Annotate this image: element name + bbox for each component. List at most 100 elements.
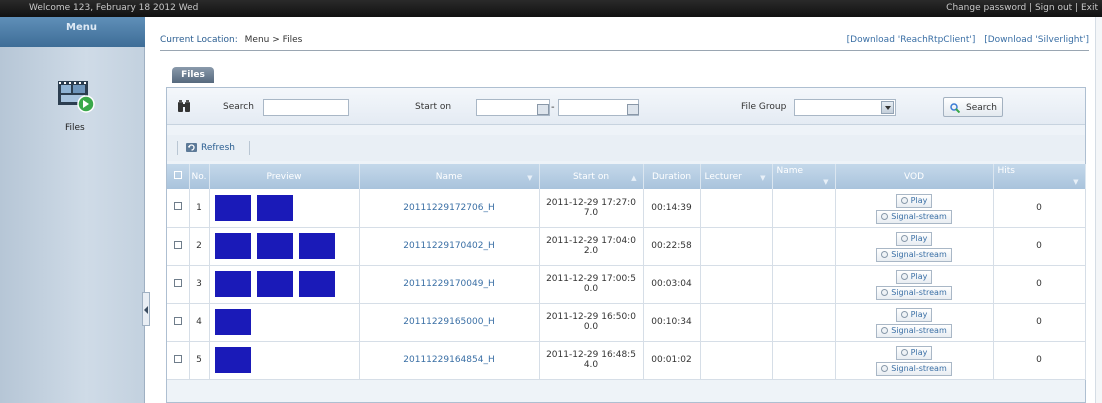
play-icon [881,289,889,296]
preview-thumbnail[interactable] [256,271,293,297]
hits-cell: 0 [993,341,1086,380]
chevron-down-icon[interactable] [881,101,894,114]
tab-files[interactable]: Files [172,67,214,83]
preview-thumbnail[interactable] [298,271,335,297]
row-checkbox[interactable] [173,354,182,363]
signal-stream-button[interactable]: Signal-stream [876,324,952,338]
duration-cell: 00:01:02 [643,341,701,380]
sort-desc-icon: ▼ [823,178,829,186]
file-name-link[interactable]: 20111229170402_H [359,227,540,266]
hits-cell: 0 [993,227,1086,266]
files-table: No. Preview Name ▼ Start on ▲ Duration Lec… [167,164,1086,380]
row-checkbox-cell[interactable] [167,303,190,342]
download-silverlight-link[interactable]: [Download 'Silverlight'] [984,35,1089,45]
start-on-cell: 2011-12-29 16:50:0 0.0 [539,303,644,342]
preview-cell [209,303,360,342]
file-group-label: File Group [741,102,787,112]
column-header-lecturer[interactable]: Lecturer ▼ [700,164,773,189]
play-icon [900,235,908,242]
table-row: 3 20111229170049_H 2011-12-29 17:00:5 0.0… [167,265,1086,304]
column-header-start-on[interactable]: Start on ▲ [539,164,644,189]
search-button[interactable]: Search [943,97,1003,117]
search-input[interactable] [263,99,349,116]
file-name-link[interactable]: 20111229170049_H [359,265,540,304]
row-checkbox[interactable] [173,240,182,249]
file-group-select[interactable] [794,99,896,116]
signal-stream-label: Signal-stream [891,288,947,297]
sort-asc-icon: ▲ [631,174,637,182]
preview-cell [209,227,360,266]
signal-stream-label: Signal-stream [891,250,947,259]
start-on-fraction: 0.0 [583,284,599,294]
download-links: [Download 'ReachRtpClient'] [Download 'S… [841,35,1089,45]
duration-cell: 00:14:39 [643,189,701,228]
lecturer-cell [700,265,773,304]
table-header-row: No. Preview Name ▼ Start on ▲ Duration Lec… [167,164,1086,189]
row-checkbox[interactable] [173,316,182,325]
play-label: Play [910,234,928,243]
preview-thumbnail[interactable] [298,233,335,259]
play-button[interactable]: Play [895,232,933,246]
column-header-duration[interactable]: Duration [643,164,701,189]
column-header-name-2[interactable]: Name ▼ [772,164,836,189]
play-icon [881,365,889,372]
table-row: 4 20111229165000_H 2011-12-29 16:50:0 0.0… [167,303,1086,342]
page-scrollbar[interactable] [1095,17,1102,403]
signal-stream-button[interactable]: Signal-stream [876,286,952,300]
preview-thumbnail[interactable] [214,271,251,297]
row-number: 2 [189,227,210,266]
row-checkbox-cell[interactable] [167,265,190,304]
preview-thumbnail[interactable] [214,309,251,335]
calendar-icon[interactable] [537,104,549,115]
play-button[interactable]: Play [895,346,933,360]
play-icon [881,251,889,258]
signal-stream-label: Signal-stream [891,326,947,335]
preview-thumbnail[interactable] [256,194,293,221]
file-name-link[interactable]: 20111229165000_H [359,303,540,342]
account-links[interactable]: Change password | Sign out | Exit [946,3,1098,13]
play-button[interactable]: Play [895,308,933,322]
file-name-link[interactable]: 20111229172706_H [359,189,540,228]
preview-cell [209,341,360,380]
preview-thumbnail[interactable] [214,194,251,221]
column-header-vod: VOD [835,164,994,189]
calendar-icon[interactable] [627,104,639,115]
column-header-name-2-label: Name [776,166,804,176]
lecturer-cell [700,227,773,266]
signal-stream-button[interactable]: Signal-stream [876,362,952,376]
download-client-link[interactable]: [Download 'ReachRtpClient'] [847,35,976,45]
preview-thumbnail[interactable] [214,233,251,259]
start-on-date: 2011-12-29 17:04:0 [546,236,636,246]
row-checkbox-cell[interactable] [167,341,190,380]
film-icon[interactable] [56,77,96,115]
column-header-hits-label: Hits [997,166,1016,176]
name-2-cell [772,227,836,266]
file-name-link[interactable]: 20111229164854_H [359,341,540,380]
play-button[interactable]: Play [895,270,933,284]
select-all-header[interactable] [167,164,190,189]
start-on-date: 2011-12-29 17:27:0 [546,197,636,208]
preview-thumbnail[interactable] [214,347,251,373]
refresh-icon [186,143,197,152]
row-checkbox[interactable] [173,278,182,287]
sidebar-collapse-handle[interactable] [142,292,150,326]
signal-stream-label: Signal-stream [891,211,947,221]
breadcrumb-path: Menu > Files [244,35,303,45]
start-on-cell: 2011-12-29 17:04:0 2.0 [539,227,644,266]
select-all-checkbox[interactable] [173,171,182,179]
column-header-name[interactable]: Name ▼ [359,164,540,189]
signal-stream-button[interactable]: Signal-stream [876,248,952,262]
date-range-dash: - [551,102,555,113]
row-checkbox-cell[interactable] [167,227,190,266]
column-header-start-on-label: Start on [572,171,610,182]
sidebar-item-files[interactable]: Files [65,123,85,133]
signal-stream-button[interactable]: Signal-stream [876,209,952,224]
vod-cell: Play Signal-stream [835,189,994,228]
start-on-fraction: 0.0 [583,322,599,332]
row-checkbox-cell[interactable] [167,189,190,228]
row-checkbox[interactable] [173,202,182,211]
column-header-hits[interactable]: Hits ▼ [993,164,1086,189]
play-button[interactable]: Play [895,193,933,208]
preview-thumbnail[interactable] [256,233,293,259]
name-2-cell [772,189,836,228]
